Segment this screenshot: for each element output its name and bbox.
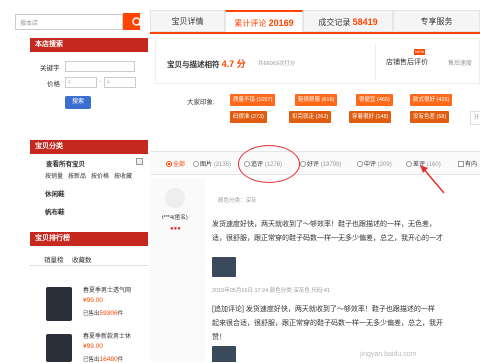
- watermark: jingyan.baidu.com: [360, 351, 417, 358]
- keyword-input[interactable]: [65, 61, 135, 72]
- impression-tag[interactable]: 质量不错 (1057): [230, 94, 276, 106]
- shop-service-tab[interactable]: 店铺售后评价: [386, 57, 428, 67]
- impression-tag[interactable]: 鞋很舒服 (616): [295, 94, 338, 106]
- after-sale-tab[interactable]: 售后速度: [448, 58, 472, 67]
- product-price: ¥99.00: [83, 297, 103, 304]
- tab-reviews[interactable]: 累计评论 20169: [225, 10, 303, 32]
- radio-icon: [166, 161, 172, 167]
- product-name[interactable]: 春夏季新款男士休: [83, 331, 131, 340]
- detail-tabbar: 宝贝详情 累计评论 20169 成交记录 58419 专享服务: [150, 10, 480, 34]
- review-photo[interactable]: [212, 257, 236, 277]
- impression-tag-more[interactable]: 开: [470, 111, 480, 125]
- radio-icon: [193, 161, 199, 167]
- reviewer-level-icon: ●●●: [170, 226, 181, 232]
- all-items-link[interactable]: 查看所有宝贝: [46, 158, 85, 168]
- radio-icon: [357, 161, 363, 167]
- avatar: [165, 188, 185, 208]
- sort-link-price[interactable]: 按价格: [91, 171, 109, 180]
- tab-details[interactable]: 宝贝详情: [150, 10, 225, 32]
- search-button[interactable]: [123, 13, 143, 30]
- impression-tag[interactable]: 没有色差 (58): [410, 111, 450, 123]
- search-input[interactable]: 搜本店: [15, 14, 123, 30]
- price-min-input[interactable]: ¥: [65, 77, 97, 88]
- price-dash: -: [99, 78, 102, 85]
- price-label: 价格: [47, 81, 60, 88]
- price-max-input[interactable]: ¥: [104, 77, 136, 88]
- review-text-line: 发货速度好快，两天就收到了～够效率！鞋子也跟描述的一样，无色差，: [212, 221, 436, 228]
- annotation-arrow-icon: [420, 165, 445, 194]
- category-item[interactable]: 帆布鞋: [45, 206, 65, 216]
- divider: [375, 44, 376, 80]
- checkbox-icon: [458, 161, 464, 167]
- new-badge: NEW: [414, 49, 426, 55]
- rating-count: 共66069次打分: [258, 61, 296, 67]
- impression-tag[interactable]: 很便宜 (465): [356, 94, 393, 106]
- sort-link-sales[interactable]: 按销量: [45, 171, 63, 180]
- sidebar: 搜本店 本店搜索 关键字 价格 ¥ - ¥ 搜索 宝贝分类 查看所有宝贝 按销量…: [0, 0, 150, 363]
- impression-tag[interactable]: 穿着很好 (148): [349, 111, 392, 123]
- product-price: ¥99.00: [83, 343, 103, 350]
- review-sku: 颜色分类：深灰: [218, 198, 257, 204]
- shop-search-button[interactable]: 搜索: [65, 96, 91, 109]
- rating-label: 宝贝与描述相符 4.7 分: [167, 59, 246, 69]
- review-meta: 2015年05月16日 17:24 颜色分类:深灰色 尺码:41: [212, 288, 330, 294]
- product-sold: 已售出59306件: [83, 310, 124, 317]
- sort-link-new[interactable]: 按新品: [68, 171, 86, 180]
- tab-transactions[interactable]: 成交记录 58419: [303, 10, 393, 32]
- filter-positive[interactable]: 好评 (19799): [300, 159, 341, 168]
- tab-sales-rank[interactable]: 销量榜: [44, 254, 64, 264]
- followup-photo[interactable]: [212, 346, 236, 362]
- keyword-label: 关键字: [40, 65, 60, 72]
- sort-link-fav[interactable]: 按收藏: [114, 171, 132, 180]
- review-text-line: 适，很舒服，跟正常穿的鞋子码数一样一无多少偏差，总之，我开心的一才: [212, 235, 443, 242]
- radio-icon: [300, 161, 306, 167]
- impression-tag[interactable]: 扣完就走 (262): [289, 111, 332, 123]
- product-thumbnail[interactable]: [46, 334, 72, 362]
- tab-service[interactable]: 专享服务: [393, 10, 480, 32]
- annotation-circle: [238, 145, 300, 183]
- category-item[interactable]: 休闲鞋: [45, 188, 65, 198]
- collapse-icon[interactable]: [136, 158, 143, 165]
- filter-neutral[interactable]: 中评 (209): [357, 159, 392, 168]
- filter-has-content[interactable]: 有内: [458, 159, 477, 168]
- search-icon: [132, 17, 143, 28]
- filter-all[interactable]: 全部: [166, 159, 185, 168]
- followup-text-line: 赞！: [212, 334, 226, 341]
- category-header: 宝贝分类: [30, 140, 148, 154]
- tab-fav-rank[interactable]: 收藏数: [72, 254, 92, 264]
- followup-text-line: 起来很合适，很舒服，跟正常穿的鞋子码数一样一无多少偏差，总之，我开: [212, 320, 443, 327]
- impressions-label: 大家印象:: [187, 99, 215, 106]
- radio-icon: [406, 161, 412, 167]
- divider: [30, 265, 148, 266]
- impression-tag[interactable]: 码很准 (273): [230, 111, 267, 123]
- ranking-header: 宝贝排行榜: [30, 232, 148, 246]
- reviewer-name: t***4(匿名): [162, 215, 188, 221]
- shop-search-header: 本店搜索: [30, 38, 148, 52]
- product-name[interactable]: 春夏季男士透气网: [83, 285, 131, 294]
- main-content: 宝贝详情 累计评论 20169 成交记录 58419 专享服务 宝贝与描述相符 …: [150, 0, 480, 362]
- filter-images[interactable]: 图片 (2135): [193, 159, 231, 168]
- impression-tag[interactable]: 款式很好 (425): [410, 94, 453, 106]
- product-thumbnail[interactable]: [46, 287, 72, 321]
- followup-text-line: [追加评论] 发货速度好快，两天就收到了～够效率！鞋子也跟描述的一样: [212, 306, 435, 313]
